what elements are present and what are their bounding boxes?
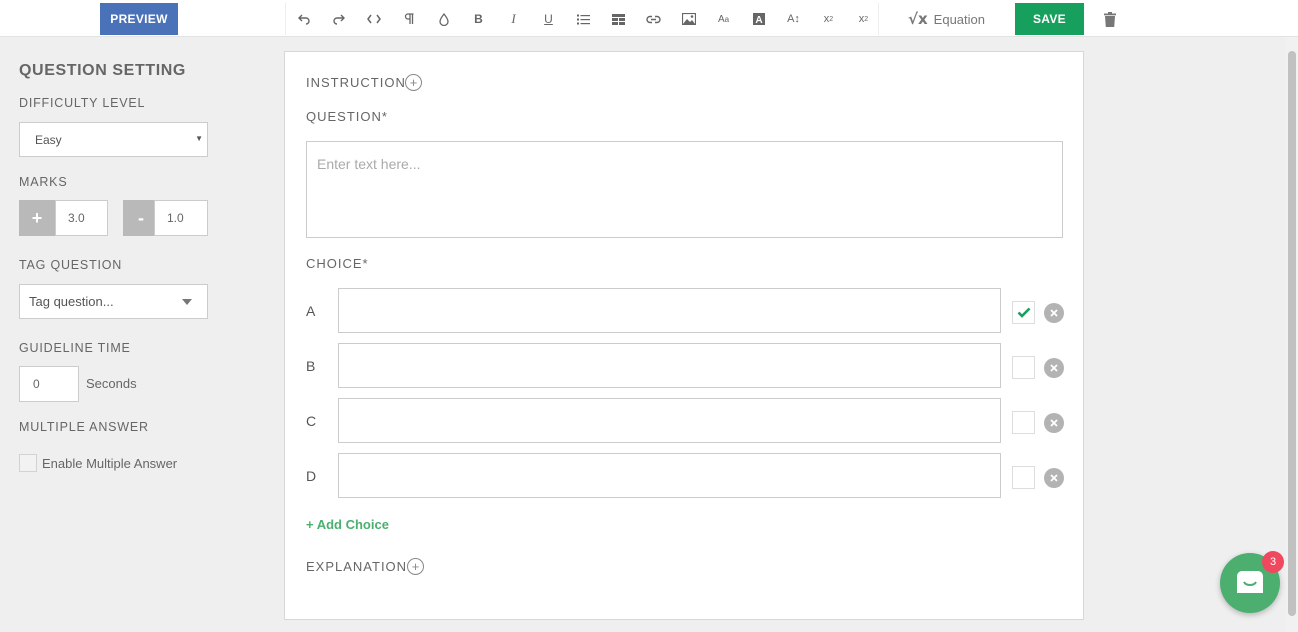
check-icon	[1017, 307, 1030, 318]
paragraph-icon[interactable]	[391, 3, 426, 35]
question-text-input[interactable]: Enter text here...	[306, 141, 1063, 238]
undo-icon[interactable]	[286, 3, 321, 35]
choice-letter-c: C	[306, 413, 317, 429]
editor-toolbar: PREVIEW B I U Aa A A ↕ x 2 x 2 √x Equati…	[0, 0, 1298, 37]
choice-letter-a: A	[306, 303, 316, 319]
line-height-icon[interactable]: A ↕	[776, 3, 811, 35]
enable-multiple-label[interactable]: Enable Multiple Answer	[42, 456, 177, 471]
superscript-icon[interactable]: x2	[811, 3, 846, 35]
difficulty-value: Easy	[35, 132, 62, 147]
marks-plus-input[interactable]: 3.0	[55, 200, 108, 236]
choice-label: CHOICE*	[306, 256, 369, 271]
image-icon[interactable]	[671, 3, 706, 35]
choice-correct-checkbox-c[interactable]	[1012, 411, 1035, 434]
choice-input-d[interactable]	[338, 453, 1001, 498]
caret-down-icon: ▼	[195, 134, 203, 143]
instruction-label: INSTRUCTION	[306, 75, 406, 90]
svg-text:A: A	[755, 15, 762, 25]
remove-choice-icon[interactable]	[1044, 358, 1064, 378]
remove-choice-icon[interactable]	[1044, 468, 1064, 488]
add-choice-link[interactable]: + Add Choice	[306, 517, 389, 532]
sidebar-title: QUESTION SETTING	[19, 62, 186, 79]
font-size-icon[interactable]: Aa	[706, 3, 741, 35]
redo-icon[interactable]	[321, 3, 356, 35]
choice-correct-checkbox-a[interactable]	[1012, 301, 1035, 324]
formatting-tools: B I U Aa A A ↕ x2 x2	[285, 3, 881, 35]
multiple-answer-label: MULTIPLE ANSWER	[19, 420, 149, 434]
tag-placeholder: Tag question...	[29, 294, 114, 309]
difficulty-select[interactable]: Easy ▼	[19, 122, 208, 157]
highlight-icon[interactable]: A	[741, 3, 776, 35]
choice-letter-b: B	[306, 358, 316, 374]
enable-multiple-checkbox[interactable]	[19, 454, 37, 472]
color-drop-icon[interactable]	[426, 3, 461, 35]
page-scrollbar[interactable]	[1286, 37, 1298, 632]
subscript-icon[interactable]: x2	[846, 3, 881, 35]
equation-icon: √x	[907, 10, 928, 28]
choice-input-b[interactable]	[338, 343, 1001, 388]
question-label: QUESTION*	[306, 109, 388, 124]
preview-button[interactable]: PREVIEW	[100, 3, 178, 35]
triangle-down-icon	[182, 299, 192, 305]
choice-input-a[interactable]	[338, 288, 1001, 333]
italic-icon[interactable]: I	[496, 3, 531, 35]
choice-correct-checkbox-d[interactable]	[1012, 466, 1035, 489]
scrollbar-thumb[interactable]	[1288, 51, 1296, 616]
guideline-time-input[interactable]: 0	[19, 366, 79, 402]
underline-icon[interactable]: U	[531, 3, 566, 35]
link-icon[interactable]	[636, 3, 671, 35]
difficulty-label: DIFFICULTY LEVEL	[19, 96, 146, 110]
choice-correct-checkbox-b[interactable]	[1012, 356, 1035, 379]
save-button[interactable]: SAVE	[1015, 3, 1084, 35]
question-placeholder: Enter text here...	[317, 156, 421, 172]
choice-input-c[interactable]	[338, 398, 1001, 443]
guideline-unit: Seconds	[86, 376, 137, 391]
marks-label: MARKS	[19, 175, 68, 189]
explanation-label: EXPLANATION	[306, 559, 408, 574]
guideline-label: GUIDELINE TIME	[19, 341, 131, 355]
marks-plus-button[interactable]: +	[19, 200, 55, 236]
equation-button[interactable]: √x Equation	[878, 3, 1014, 35]
question-editor-card: INSTRUCTION + QUESTION* Enter text here.…	[284, 51, 1084, 620]
code-icon[interactable]	[356, 3, 391, 35]
remove-choice-icon[interactable]	[1044, 413, 1064, 433]
marks-row: + 3.0 - 1.0	[19, 200, 209, 236]
bold-icon[interactable]: B	[461, 3, 496, 35]
choice-letter-d: D	[306, 468, 317, 484]
tag-select[interactable]: Tag question...	[19, 284, 208, 319]
chat-icon	[1237, 571, 1263, 593]
list-icon[interactable]	[566, 3, 601, 35]
add-explanation-icon[interactable]: +	[407, 558, 424, 575]
equation-label: Equation	[933, 11, 985, 27]
add-instruction-icon[interactable]: +	[405, 74, 422, 91]
table-icon[interactable]	[601, 3, 636, 35]
tag-label: TAG QUESTION	[19, 258, 123, 272]
chat-unread-badge: 3	[1262, 551, 1284, 573]
marks-minus-input[interactable]: 1.0	[154, 200, 208, 236]
trash-icon[interactable]	[1100, 9, 1120, 29]
remove-choice-icon[interactable]	[1044, 303, 1064, 323]
